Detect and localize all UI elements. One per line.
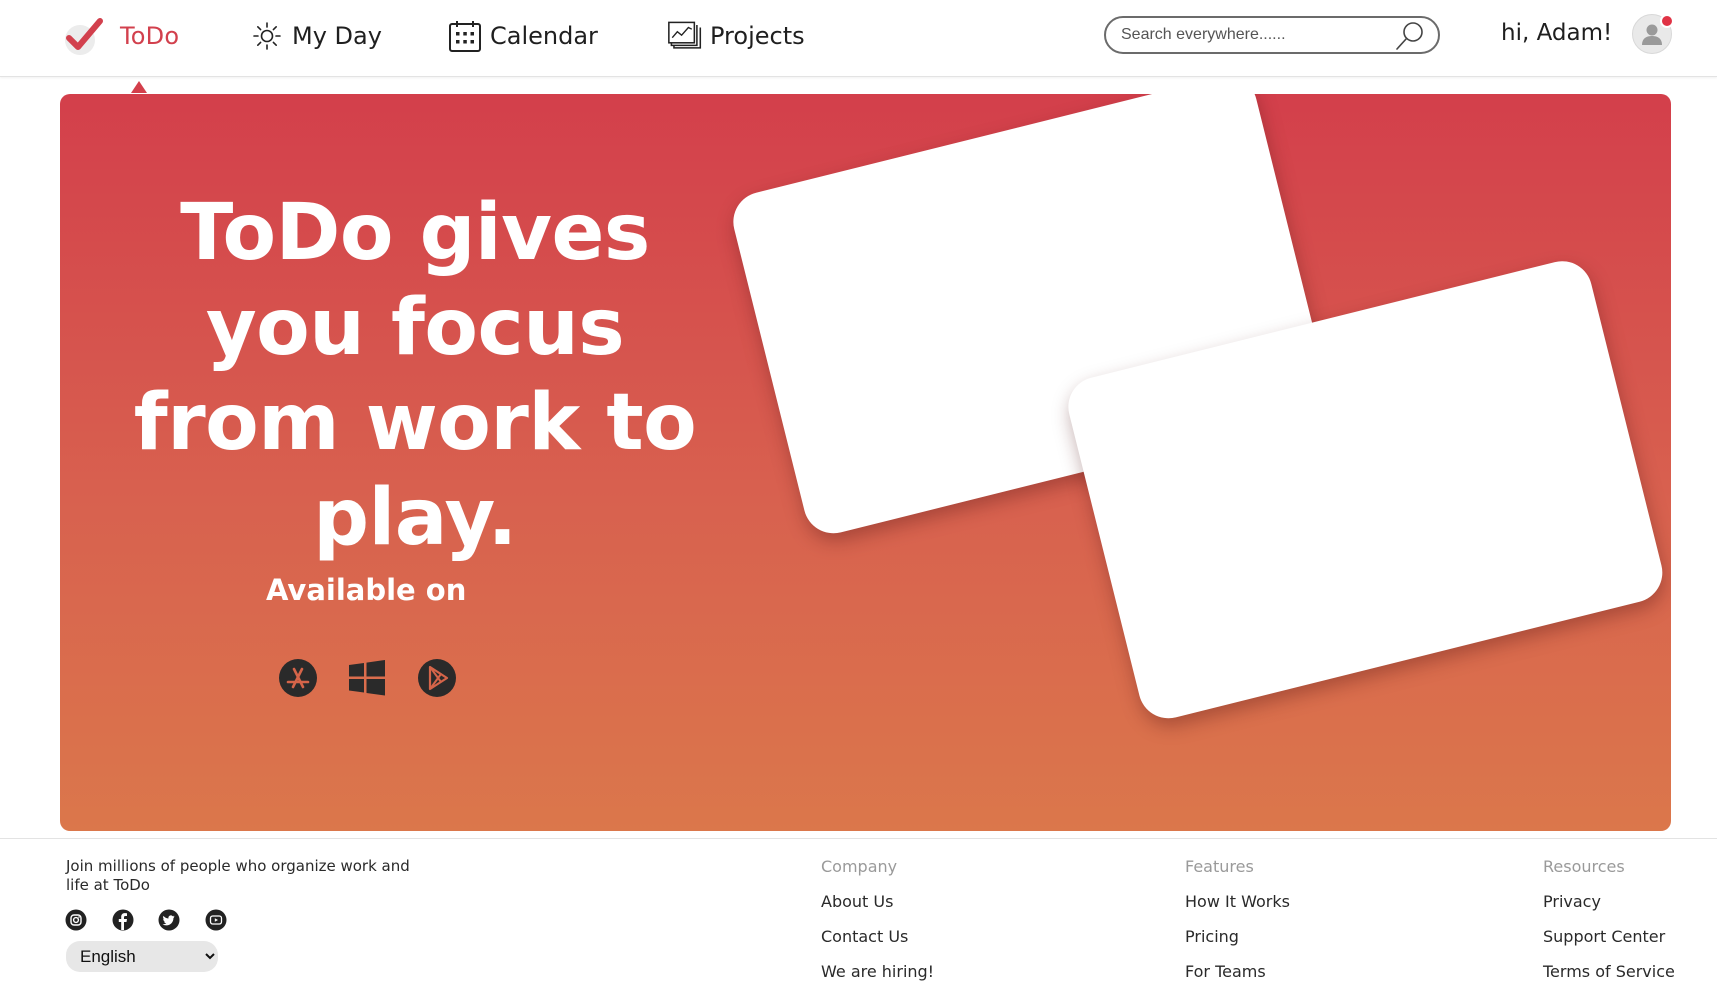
- footer-column-heading: Features: [1185, 857, 1254, 876]
- active-tab-indicator: [131, 81, 147, 93]
- footer-link-contact-us[interactable]: Contact Us: [821, 927, 934, 946]
- nav-projects[interactable]: Projects: [668, 16, 805, 56]
- hero-headline: ToDo gives you focus from work to play.: [133, 188, 697, 563]
- footer-column-company: Company About Us Contact Us We are hirin…: [821, 857, 934, 997]
- search-box: [1104, 16, 1440, 54]
- sun-icon: [250, 19, 284, 53]
- google-play-icon[interactable]: [417, 658, 457, 698]
- youtube-icon[interactable]: [205, 909, 227, 931]
- footer-divider: [0, 838, 1717, 839]
- nav-label: Calendar: [490, 22, 598, 50]
- footer-column-resources: Resources Privacy Support Center Terms o…: [1543, 857, 1675, 997]
- app-store-icon[interactable]: [278, 658, 318, 698]
- footer-tagline: Join millions of people who organize wor…: [66, 857, 410, 894]
- todo-checkmark-logo-icon: [65, 18, 103, 55]
- nav-label: Projects: [710, 22, 805, 50]
- user-greeting: hi, Adam!: [1501, 20, 1613, 46]
- nav-my-day[interactable]: My Day: [250, 16, 382, 56]
- top-navigation-bar: ToDo My Day Calendar Projects Search eve…: [0, 0, 1717, 77]
- footer-link-about-us[interactable]: About Us: [821, 892, 934, 911]
- brand-home-link[interactable]: ToDo: [60, 14, 179, 58]
- footer-link-for-teams[interactable]: For Teams: [1185, 962, 1290, 981]
- search-input[interactable]: [1121, 26, 1391, 44]
- footer-column-heading: Resources: [1543, 857, 1625, 876]
- footer-column-features: Features How It Works Pricing For Teams: [1185, 857, 1290, 997]
- language-select[interactable]: English: [66, 941, 218, 972]
- projects-chart-icon: [668, 19, 702, 53]
- notification-dot: [1660, 14, 1674, 28]
- footer-link-hiring[interactable]: We are hiring!: [821, 962, 934, 981]
- footer-link-privacy[interactable]: Privacy: [1543, 892, 1675, 911]
- calendar-icon: [448, 19, 482, 53]
- hero-banner: ToDo gives you focus from work to play. …: [60, 94, 1671, 831]
- twitter-icon[interactable]: [158, 909, 180, 931]
- user-avatar-button[interactable]: [1632, 14, 1674, 54]
- available-on-label: Available on: [266, 573, 467, 607]
- search-icon[interactable]: [1394, 20, 1426, 52]
- footer-link-how-it-works[interactable]: How It Works: [1185, 892, 1290, 911]
- footer-link-pricing[interactable]: Pricing: [1185, 927, 1290, 946]
- footer-column-heading: Company: [821, 857, 898, 876]
- brand-name: ToDo: [120, 22, 180, 50]
- footer-link-terms[interactable]: Terms of Service: [1543, 962, 1675, 981]
- windows-icon[interactable]: [347, 658, 387, 698]
- facebook-icon[interactable]: [112, 909, 134, 931]
- instagram-icon[interactable]: [65, 909, 87, 931]
- nav-calendar[interactable]: Calendar: [448, 16, 598, 56]
- footer-link-support-center[interactable]: Support Center: [1543, 927, 1675, 946]
- nav-label: My Day: [292, 22, 382, 50]
